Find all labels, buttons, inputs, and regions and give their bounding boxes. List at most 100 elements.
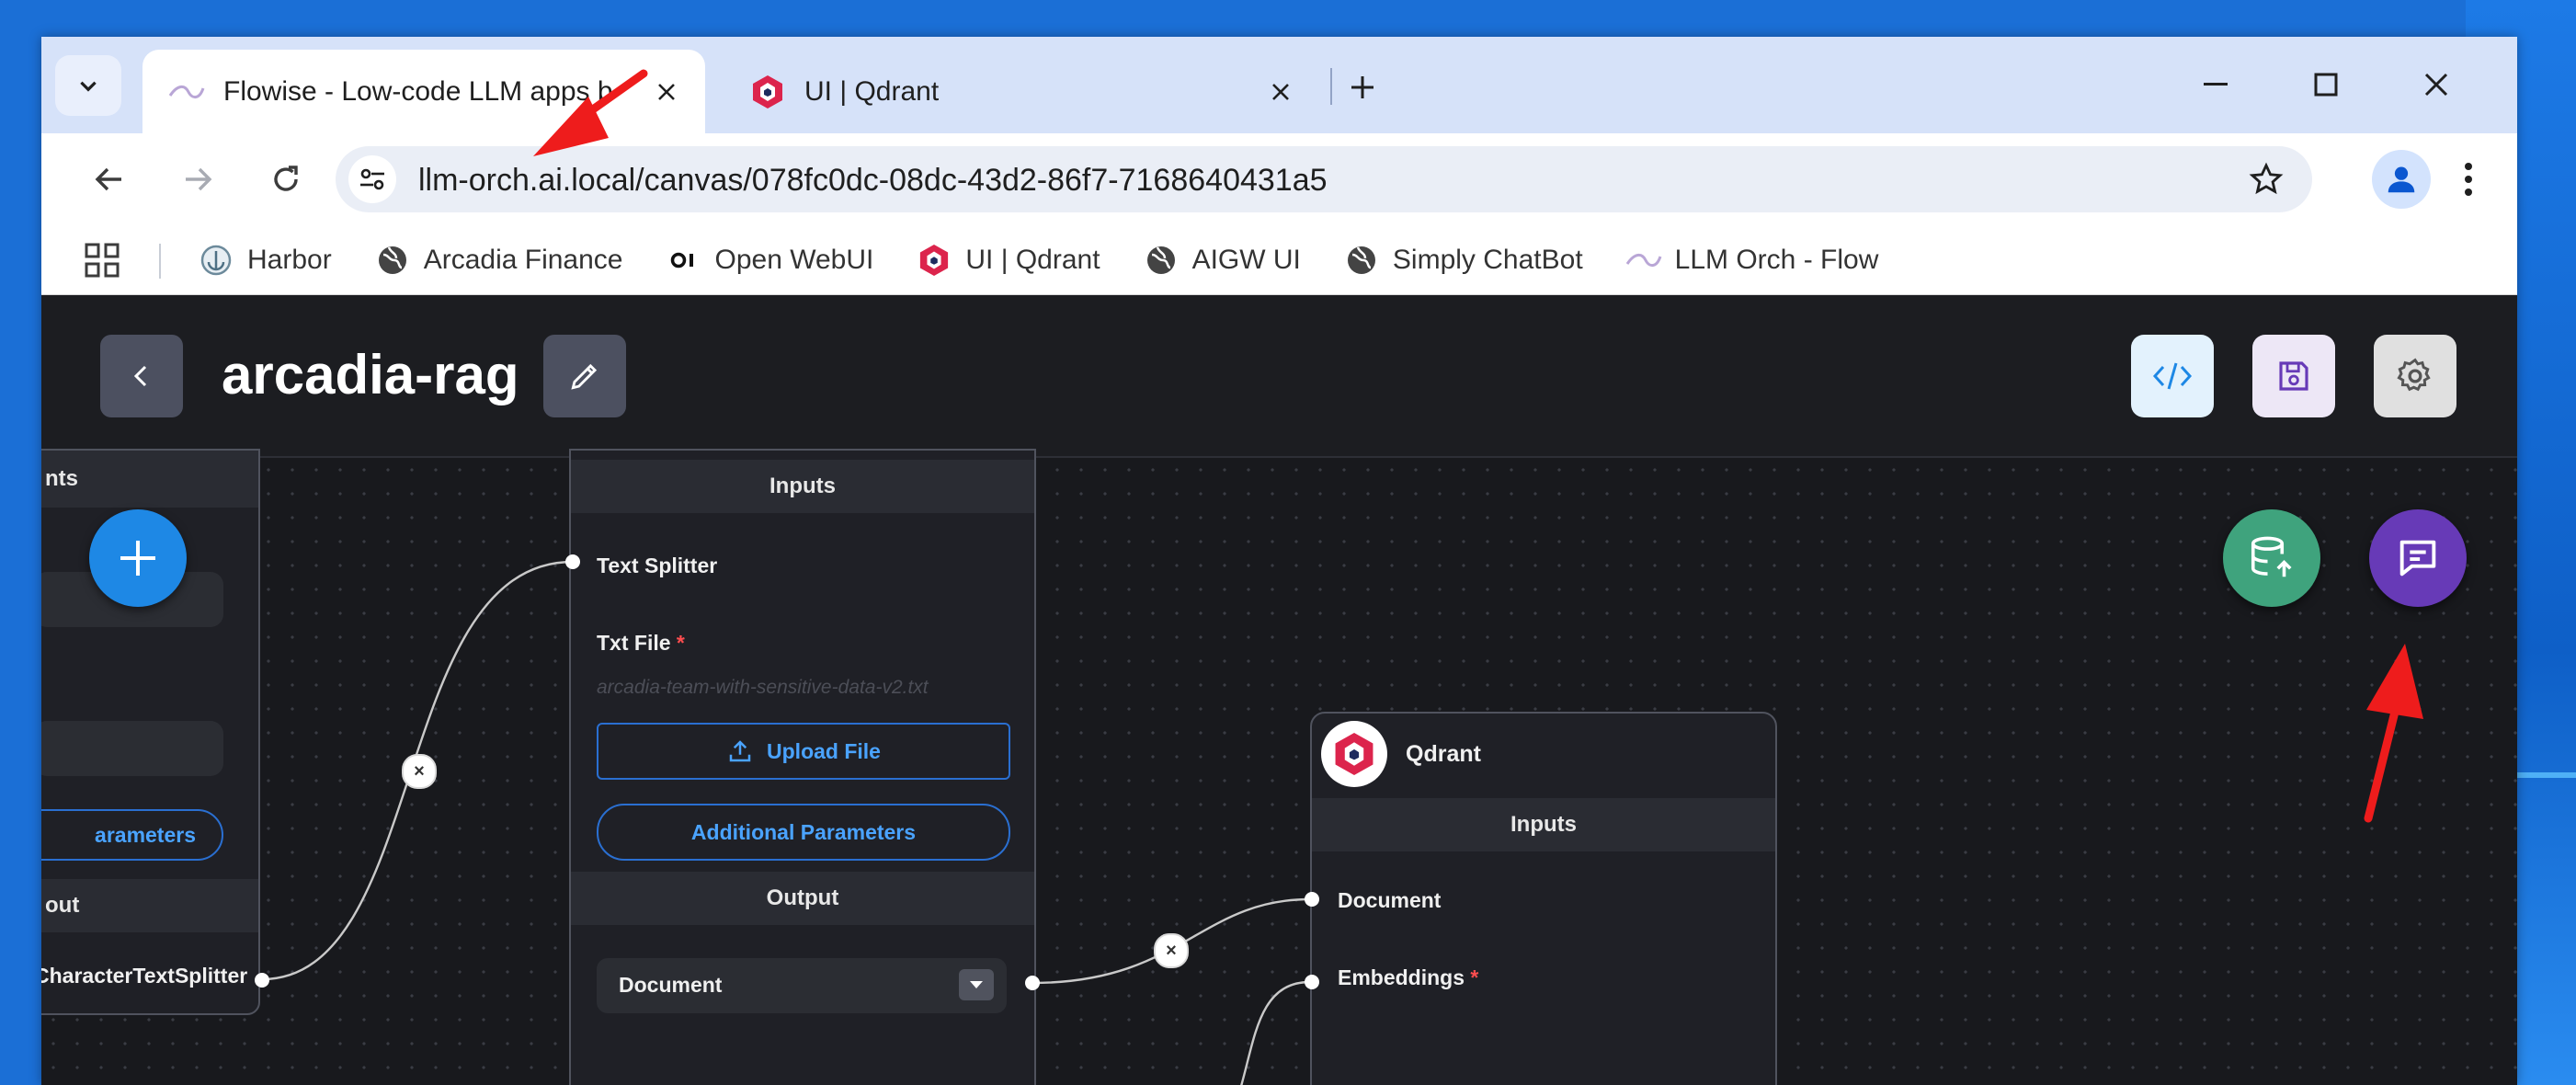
text-input[interactable]: [41, 721, 223, 776]
globe-icon: [1343, 242, 1380, 279]
minimize-icon: [2204, 83, 2228, 86]
flowise-wave-icon: [168, 74, 205, 110]
profile-button[interactable]: [2372, 150, 2431, 209]
input-handle-text-splitter[interactable]: [565, 554, 580, 569]
upload-file-button[interactable]: Upload File: [597, 723, 1010, 780]
apps-button[interactable]: [82, 240, 122, 280]
edit-title-button[interactable]: [543, 335, 626, 417]
database-upload-icon: [2251, 536, 2292, 577]
bookmark-label: Harbor: [247, 244, 332, 275]
edge-delete-button[interactable]: ×: [402, 754, 437, 789]
close-icon: [2424, 73, 2448, 97]
address-bar[interactable]: llm-orch.ai.local/canvas/078fc0dc-08dc-4…: [336, 146, 2312, 212]
back-to-chatflows-button[interactable]: [100, 335, 183, 417]
globe-icon: [374, 242, 411, 279]
tab-title: UI | Qdrant: [804, 75, 940, 107]
bookmark-llm-orch-flow[interactable]: LLM Orch - Flow: [1625, 242, 1879, 279]
tab-strip: Flowise - Low-code LLM apps b UI | Qdran…: [41, 37, 2517, 133]
node-section-header: nts: [41, 451, 258, 508]
close-window-button[interactable]: [2404, 57, 2468, 112]
bookmark-label: Arcadia Finance: [423, 244, 623, 275]
upload-icon: [729, 740, 751, 762]
minimize-button[interactable]: [2183, 57, 2248, 112]
settings-button[interactable]: [2374, 335, 2456, 417]
tab-qdrant[interactable]: UI | Qdrant: [724, 50, 1319, 133]
qdrant-node-logo: [1321, 721, 1387, 787]
bookmark-label: Open WebUI: [714, 244, 874, 275]
additional-parameters-button[interactable]: arameters: [41, 809, 223, 861]
chat-icon: [2399, 540, 2436, 577]
harbor-icon: [198, 242, 234, 279]
tab-search-button[interactable]: [55, 55, 121, 116]
new-tab-button[interactable]: [1339, 64, 1385, 110]
bookmarks-bar: Harbor Arcadia Finance Open WebUI UI | Q…: [41, 225, 2517, 295]
bookmark-aigw-ui[interactable]: AIGW UI: [1143, 242, 1301, 279]
tab-flowise[interactable]: Flowise - Low-code LLM apps b: [142, 50, 705, 133]
close-icon: ×: [414, 760, 425, 782]
close-icon: ×: [1166, 940, 1177, 961]
node-title: Qdrant: [1406, 741, 1481, 767]
close-icon[interactable]: [1262, 74, 1299, 110]
forward-button[interactable]: [170, 152, 225, 207]
bookmark-harbor[interactable]: Harbor: [198, 242, 332, 279]
input-handle-embeddings[interactable]: [1305, 975, 1319, 989]
edge-delete-button[interactable]: ×: [1154, 933, 1189, 968]
flow-title: arcadia-rag: [222, 344, 519, 405]
back-button[interactable]: [82, 152, 137, 207]
bookmark-label: UI | Qdrant: [965, 244, 1100, 275]
browser-menu-button[interactable]: [2450, 152, 2487, 207]
chevron-down-icon: [80, 81, 97, 92]
reload-button[interactable]: [258, 152, 313, 207]
output-handle-document[interactable]: [1025, 976, 1040, 990]
api-code-button[interactable]: [2131, 335, 2214, 417]
browser-toolbar: llm-orch.ai.local/canvas/078fc0dc-08dc-4…: [41, 133, 2517, 225]
plus-icon: [120, 541, 155, 576]
bookmark-simply-chatbot[interactable]: Simply ChatBot: [1343, 242, 1583, 279]
person-icon: [2388, 166, 2415, 193]
pencil-icon: [571, 363, 598, 390]
input-handle-document[interactable]: [1305, 892, 1319, 907]
url-text[interactable]: llm-orch.ai.local/canvas/078fc0dc-08dc-4…: [418, 163, 1328, 199]
bookmark-qdrant[interactable]: UI | Qdrant: [916, 242, 1100, 279]
reload-icon: [274, 166, 298, 191]
bookmark-star-button[interactable]: [2246, 159, 2286, 200]
tab-title: Flowise - Low-code LLM apps b: [223, 75, 613, 107]
dropdown-arrow[interactable]: [959, 969, 994, 1000]
bookmarks-separator: [159, 244, 161, 279]
output-type-select[interactable]: Document: [597, 958, 1007, 1013]
bookmark-open-webui[interactable]: Open WebUI: [666, 242, 874, 279]
qdrant-icon: [1335, 733, 1373, 775]
arrow-left-icon: [95, 167, 121, 191]
node-text-file[interactable]: Inputs Text Splitter Txt File * arcadia-…: [569, 449, 1036, 1085]
bookmark-arcadia-finance[interactable]: Arcadia Finance: [374, 242, 623, 279]
arrow-right-icon: [186, 167, 212, 191]
maximize-button[interactable]: [2294, 57, 2358, 112]
globe-icon: [1143, 242, 1180, 279]
save-flow-button[interactable]: [2252, 335, 2335, 417]
openwebui-icon: [666, 242, 702, 279]
star-icon: [2249, 162, 2284, 195]
additional-parameters-button[interactable]: Additional Parameters: [597, 804, 1010, 861]
plus-icon: [1351, 76, 1373, 98]
add-node-button[interactable]: [89, 509, 187, 607]
chat-button[interactable]: [2369, 509, 2467, 607]
flowise-wave-icon: [1625, 242, 1662, 279]
bookmark-label: LLM Orch - Flow: [1674, 244, 1879, 275]
close-icon[interactable]: [648, 74, 685, 110]
caret-down-icon: [970, 981, 983, 988]
node-output-header: Output: [571, 872, 1034, 925]
flow-canvas[interactable]: × × nts arameters out CharacterTextSplit…: [41, 449, 2517, 1085]
upsert-vector-db-button[interactable]: [2223, 509, 2320, 607]
grid-icon: [85, 243, 120, 278]
output-type-value: Document: [619, 973, 723, 997]
tune-icon: [360, 168, 384, 190]
input-label-text-splitter: Text Splitter: [597, 554, 718, 577]
edge-embeddings: [1240, 980, 1311, 1085]
node-output-header: out: [41, 879, 258, 932]
chevron-left-icon: [133, 365, 147, 387]
kebab-menu-icon: [2465, 163, 2472, 196]
output-handle[interactable]: [255, 973, 269, 988]
site-info-button[interactable]: [348, 155, 396, 203]
node-qdrant[interactable]: Qdrant Inputs Document Embeddings *: [1310, 712, 1777, 1085]
bookmark-list: Harbor Arcadia Finance Open WebUI UI | Q…: [198, 225, 1921, 294]
